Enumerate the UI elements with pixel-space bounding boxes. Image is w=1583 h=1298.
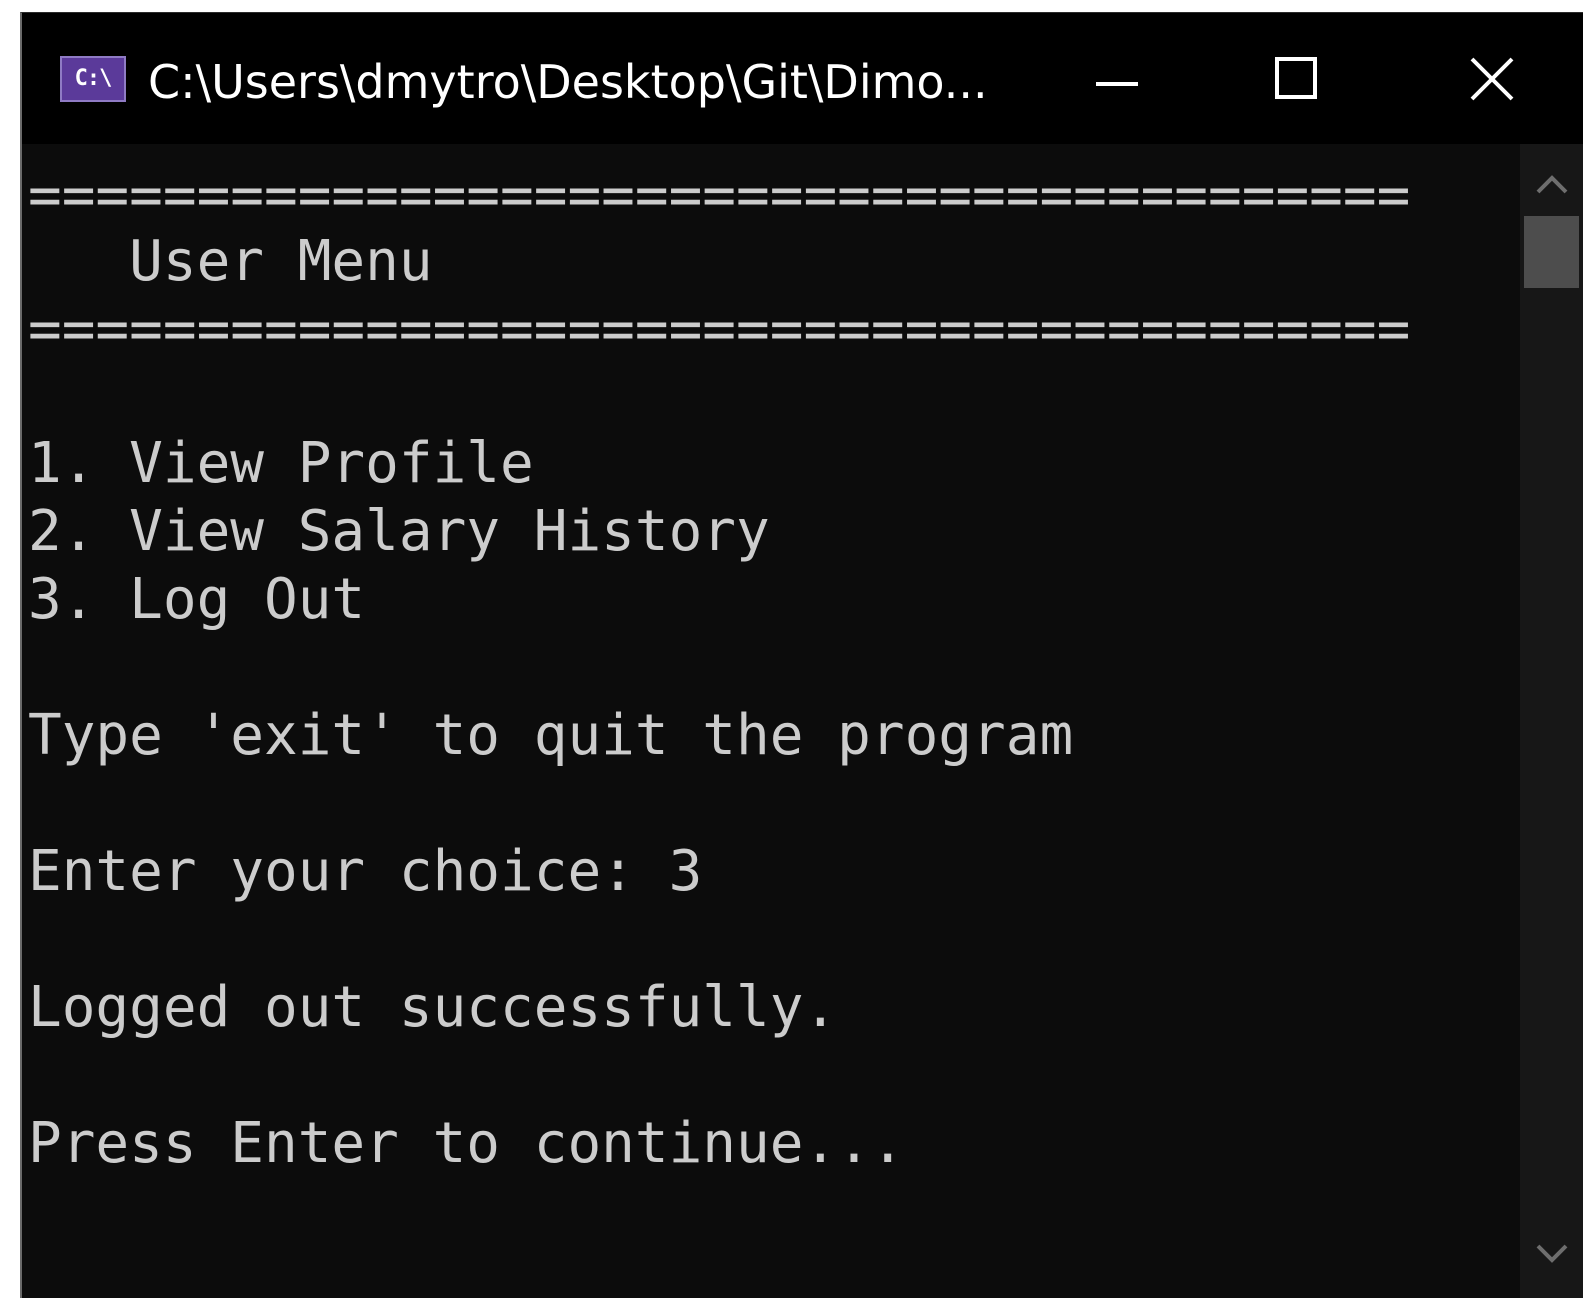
exit-instruction: Type 'exit' to quit the program — [28, 703, 1074, 768]
minimize-icon — [1096, 81, 1138, 86]
continue-prompt: Press Enter to continue... — [28, 1111, 905, 1176]
separator-line: ========================================… — [28, 297, 1411, 362]
logout-message: Logged out successfully. — [28, 975, 838, 1040]
separator-line: ========================================… — [28, 163, 1411, 228]
desktop-screen: C:\ C:\Users\dmytro\Desktop\Git\Dimo... — [0, 0, 1583, 1298]
menu-option-view-profile: 1. View Profile — [28, 431, 534, 496]
close-icon — [1470, 57, 1514, 100]
menu-option-view-salary-history: 2. View Salary History — [28, 499, 770, 564]
chevron-down-icon[interactable] — [1532, 1234, 1572, 1274]
vertical-scrollbar[interactable] — [1520, 144, 1583, 1298]
menu-option-log-out: 3. Log Out — [28, 567, 366, 632]
scrollbar-thumb[interactable] — [1524, 216, 1579, 288]
choice-prompt: Enter your choice: 3 — [28, 839, 703, 904]
title-bar[interactable]: C:\ C:\Users\dmytro\Desktop\Git\Dimo... — [22, 13, 1583, 144]
console-icon[interactable]: C:\ — [60, 56, 126, 102]
menu-heading: User Menu — [28, 229, 433, 294]
minimize-button[interactable] — [1042, 13, 1192, 144]
maximize-button[interactable] — [1222, 13, 1372, 144]
window-title: C:\Users\dmytro\Desktop\Git\Dimo... — [148, 55, 988, 109]
close-button[interactable] — [1417, 13, 1567, 144]
console-window: C:\ C:\Users\dmytro\Desktop\Git\Dimo... — [20, 12, 1583, 1298]
terminal-output[interactable]: ========================================… — [22, 144, 1520, 1298]
maximize-icon — [1275, 56, 1317, 99]
chevron-up-icon[interactable] — [1532, 164, 1572, 204]
